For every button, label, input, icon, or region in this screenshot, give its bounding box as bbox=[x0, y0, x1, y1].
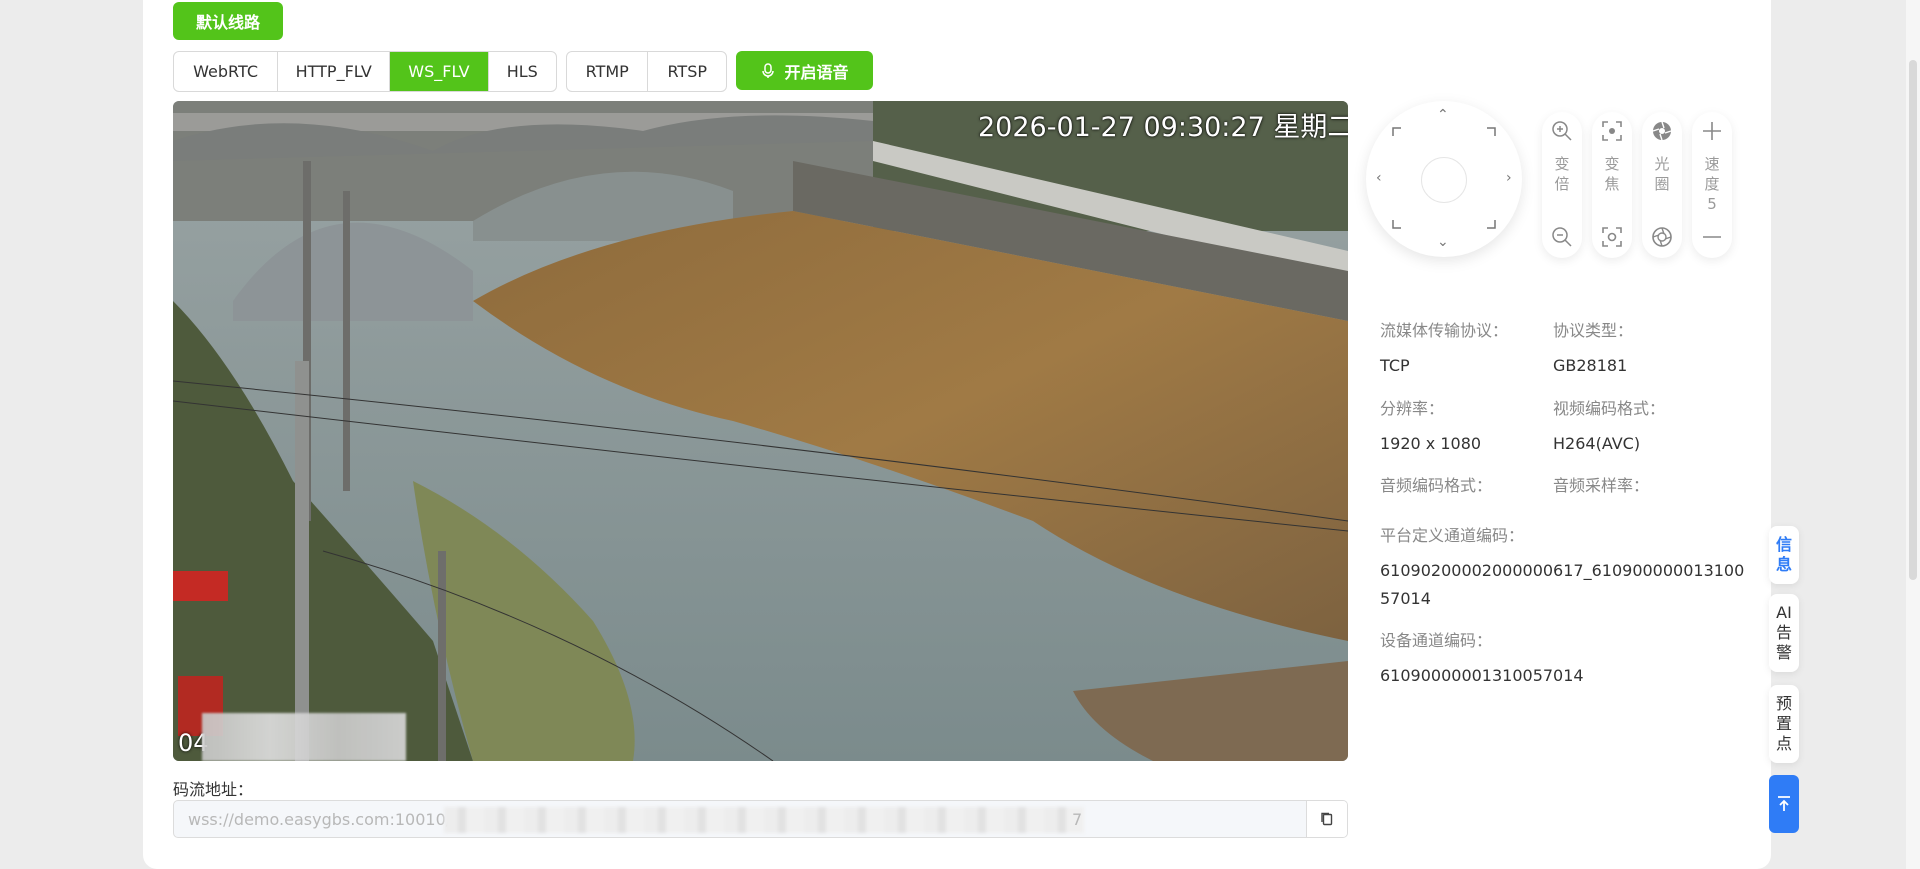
platform-channel-code-label: 平台定义通道编码： bbox=[1380, 526, 1525, 545]
stream-address-field[interactable]: wss://demo.easygbs.com:10010/l 7 bbox=[173, 800, 1348, 838]
iris-control: 光圈 bbox=[1642, 112, 1682, 258]
device-channel-code-label: 设备通道编码： bbox=[1380, 631, 1493, 650]
ptz-down-left-icon[interactable] bbox=[1392, 219, 1402, 229]
voice-button-label: 开启语音 bbox=[784, 62, 849, 82]
transport-protocol-value: TCP bbox=[1380, 356, 1410, 375]
video-codec-value: H264(AVC) bbox=[1553, 434, 1641, 453]
speed-increase-icon[interactable] bbox=[1699, 118, 1725, 144]
stream-url: wss://demo.easygbs.com:10010/l bbox=[188, 810, 456, 829]
side-tab-preset[interactable]: 预置点 bbox=[1769, 685, 1799, 763]
side-tab-info[interactable]: 信息 bbox=[1769, 526, 1799, 584]
speed-value: 5 bbox=[1707, 195, 1717, 213]
tab-http-flv[interactable]: HTTP_FLV bbox=[278, 52, 391, 91]
stream-url-tail: 7 bbox=[1072, 810, 1083, 829]
protocol-type-label: 协议类型： bbox=[1553, 321, 1634, 340]
ptz-up-left-icon[interactable] bbox=[1392, 127, 1402, 137]
osd-timestamp: 2026-01-27 09:30:27 星期二 bbox=[978, 112, 1348, 143]
tab-webrtc[interactable]: WebRTC bbox=[174, 52, 279, 91]
tab-hls[interactable]: HLS bbox=[489, 52, 556, 91]
zoom-control: 变倍 bbox=[1542, 112, 1582, 258]
video-player[interactable]: 2026-01-27 09:30:27 星期二 04 bbox=[173, 101, 1348, 761]
scrollbar-thumb[interactable] bbox=[1909, 60, 1917, 580]
copy-icon bbox=[1321, 812, 1333, 826]
osd-privacy-blur bbox=[202, 713, 406, 761]
iris-label: 光圈 bbox=[1654, 155, 1670, 193]
voice-button[interactable]: 开启语音 bbox=[736, 51, 873, 90]
copy-button[interactable] bbox=[1306, 801, 1347, 837]
audio-codec-label: 音频编码格式： bbox=[1380, 476, 1493, 495]
speed-label: 速度 bbox=[1704, 155, 1720, 193]
zoom-in-icon[interactable] bbox=[1549, 118, 1575, 144]
protocol-type-value: GB28181 bbox=[1553, 356, 1628, 375]
resolution-label: 分辨率： bbox=[1380, 399, 1445, 418]
focus-far-icon[interactable] bbox=[1599, 224, 1625, 250]
ptz-down-right-icon[interactable] bbox=[1486, 219, 1496, 229]
ptz-direction-pad: ⌃ ⌄ ‹ › bbox=[1366, 101, 1522, 257]
ptz-down-icon[interactable]: ⌄ bbox=[1437, 235, 1449, 249]
speed-decrease-icon[interactable] bbox=[1699, 224, 1725, 250]
focus-label: 变焦 bbox=[1604, 155, 1620, 193]
speed-control: 速度 5 bbox=[1692, 112, 1732, 258]
audio-sample-rate-label: 音频采样率： bbox=[1553, 476, 1650, 495]
microphone-icon bbox=[762, 62, 775, 78]
ptz-up-icon[interactable]: ⌃ bbox=[1437, 108, 1449, 122]
page-scrollbar[interactable] bbox=[1906, 0, 1920, 869]
protocol-tabs: WebRTC HTTP_FLV WS_FLV HLS bbox=[173, 51, 557, 92]
video-frame bbox=[173, 101, 1348, 761]
default-route-button[interactable]: 默认线路 bbox=[173, 2, 283, 40]
ptz-right-icon[interactable]: › bbox=[1506, 171, 1512, 185]
ptz-left-icon[interactable]: ‹ bbox=[1376, 171, 1382, 185]
tab-rtsp[interactable]: RTSP bbox=[648, 52, 726, 91]
zoom-out-icon[interactable] bbox=[1549, 224, 1575, 250]
zoom-label: 变倍 bbox=[1554, 155, 1570, 193]
resolution-value: 1920 x 1080 bbox=[1380, 434, 1482, 453]
platform-channel-code-value: 61090200002000000617_610900000013100 bbox=[1380, 561, 1745, 580]
ptz-center[interactable] bbox=[1421, 157, 1467, 203]
focus-near-icon[interactable] bbox=[1599, 118, 1625, 144]
protocol-tabs-2: RTMP RTSP bbox=[566, 51, 727, 92]
platform-channel-code-value-2: 57014 bbox=[1380, 589, 1431, 608]
side-tab-ai-alarm[interactable]: AI告警 bbox=[1769, 594, 1799, 672]
arrow-up-to-top-icon bbox=[1778, 796, 1790, 811]
tab-ws-flv[interactable]: WS_FLV bbox=[390, 52, 489, 91]
stream-url-blur bbox=[444, 807, 1084, 833]
focus-control: 变焦 bbox=[1592, 112, 1632, 258]
iris-open-icon[interactable] bbox=[1649, 118, 1675, 144]
stream-address-label: 码流地址： bbox=[173, 780, 254, 799]
transport-protocol-label: 流媒体传输协议： bbox=[1380, 321, 1509, 340]
video-codec-label: 视频编码格式： bbox=[1553, 399, 1666, 418]
device-channel-code-value: 61090000001310057014 bbox=[1380, 666, 1584, 685]
iris-close-icon[interactable] bbox=[1649, 224, 1675, 250]
back-to-top-button[interactable] bbox=[1769, 775, 1799, 833]
ptz-up-right-icon[interactable] bbox=[1486, 127, 1496, 137]
tab-rtmp[interactable]: RTMP bbox=[567, 52, 649, 91]
